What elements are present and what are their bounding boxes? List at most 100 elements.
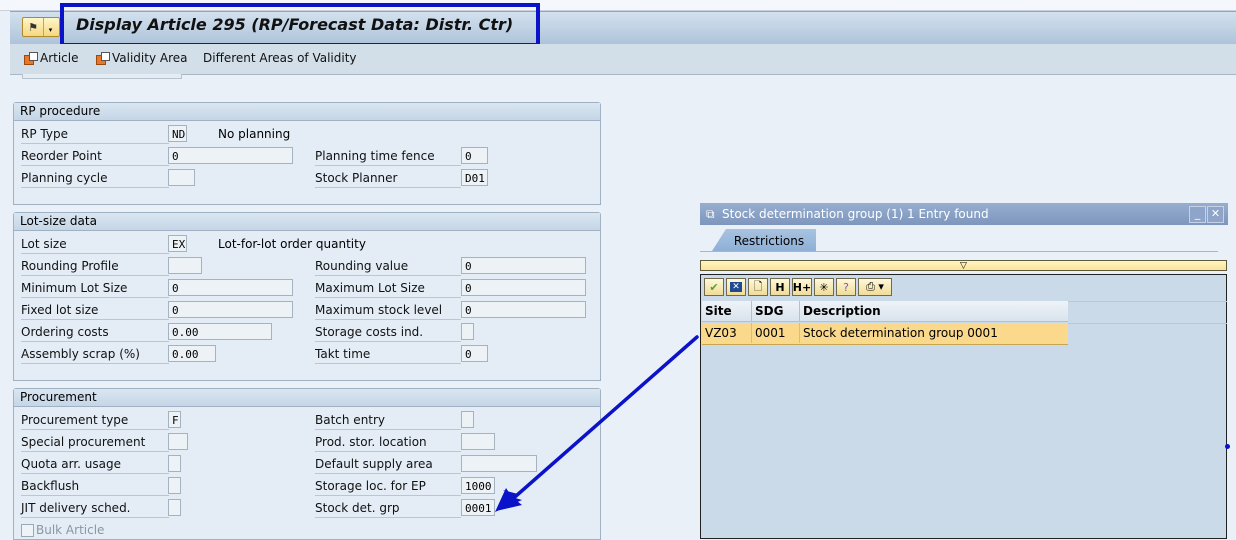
min-lot-size-field[interactable]: 0 xyxy=(168,279,293,296)
max-stock-level-label: Maximum stock level xyxy=(315,301,461,320)
rp-type-field[interactable]: ND xyxy=(168,125,187,142)
quota-arr-usage-label: Quota arr. usage xyxy=(21,455,169,474)
bulk-article-checkbox[interactable]: Bulk Article xyxy=(21,523,104,537)
group-title: Procurement xyxy=(14,389,600,407)
lot-size-label: Lot size xyxy=(21,235,169,254)
popup-window-icon: ⧉ xyxy=(706,207,715,221)
select-icon[interactable]: ✳ xyxy=(814,278,834,296)
prod-stor-location-label: Prod. stor. location xyxy=(315,433,461,452)
close-button[interactable]: ✕ xyxy=(1207,206,1224,223)
application-toolbar: Article Validity Area Different Areas of… xyxy=(10,44,1236,75)
help-icon[interactable]: ? xyxy=(836,278,856,296)
article-icon xyxy=(24,52,38,65)
rounding-profile-field[interactable] xyxy=(168,257,202,274)
jit-delivery-field[interactable] xyxy=(168,499,181,516)
rp-procedure-group: RP procedure RP Type ND No planning Reor… xyxy=(13,102,601,205)
backflush-field[interactable] xyxy=(168,477,181,494)
article-label: Article xyxy=(40,51,79,65)
table-row[interactable]: VZ03 0001 Stock determination group 0001 xyxy=(702,323,1068,345)
backflush-label: Backflush xyxy=(21,477,169,496)
fixed-lot-size-label: Fixed lot size xyxy=(21,301,169,320)
max-stock-level-field[interactable]: 0 xyxy=(461,301,586,318)
cell-description: Stock determination group 0001 xyxy=(803,326,998,340)
special-procurement-label: Special procurement xyxy=(21,433,169,452)
storage-loc-ep-field[interactable]: 1000 xyxy=(461,477,495,494)
column-description[interactable]: Description xyxy=(800,301,1068,321)
batch-entry-label: Batch entry xyxy=(315,411,461,430)
previous-section-edge xyxy=(22,74,182,79)
cell-sdg: 0001 xyxy=(752,323,800,343)
article-button[interactable]: Article xyxy=(24,51,79,65)
stock-det-grp-label: Stock det. grp xyxy=(315,499,461,518)
stock-det-grp-field[interactable]: 0001 xyxy=(461,499,495,516)
storage-costs-ind-field[interactable] xyxy=(461,323,474,340)
procurement-type-field[interactable]: F xyxy=(168,411,181,428)
window-title: Display Article 295 (RP/Forecast Data: D… xyxy=(76,15,514,34)
check-icon[interactable]: ✔ xyxy=(704,278,724,296)
assembly-scrap-field[interactable]: 0.00 xyxy=(168,345,216,362)
command-field-icon: ⚑ xyxy=(28,20,38,34)
fixed-lot-size-field[interactable]: 0 xyxy=(168,301,293,318)
planning-cycle-field[interactable] xyxy=(168,169,195,186)
popup-title: Stock determination group (1) xyxy=(722,207,904,221)
grid-separator xyxy=(1067,323,1227,324)
group-title: RP procedure xyxy=(14,103,600,121)
stock-planner-label: Stock Planner xyxy=(315,169,461,188)
find-icon[interactable]: H xyxy=(770,278,790,296)
dropdown-arrow-icon: ▾ xyxy=(43,18,57,36)
ordering-costs-field[interactable]: 0.00 xyxy=(168,323,272,340)
batch-entry-field[interactable] xyxy=(461,411,474,428)
quota-arr-usage-field[interactable] xyxy=(168,455,181,472)
ordering-costs-label: Ordering costs xyxy=(21,323,169,342)
popup-toolbar: ✔ ✕ 🗋 H H+ ✳ ? ⎙ ▾ xyxy=(704,278,892,296)
storage-costs-ind-label: Storage costs ind. xyxy=(315,323,461,342)
command-field-button[interactable]: ⚑ ▾ xyxy=(22,17,60,37)
default-supply-area-label: Default supply area xyxy=(315,455,461,474)
prod-stor-location-field[interactable] xyxy=(461,433,495,450)
new-document-icon[interactable]: 🗋 xyxy=(748,278,768,296)
takt-time-field[interactable]: 0 xyxy=(461,345,488,362)
find-next-icon[interactable]: H+ xyxy=(792,278,812,296)
different-areas-button[interactable]: Different Areas of Validity xyxy=(203,51,357,65)
lot-size-data-group: Lot-size data Lot size EX Lot-for-lot or… xyxy=(13,212,601,381)
print-icon[interactable]: ⎙ ▾ xyxy=(858,278,892,296)
special-procurement-field[interactable] xyxy=(168,433,188,450)
annotation-dot xyxy=(1225,444,1230,449)
different-areas-label: Different Areas of Validity xyxy=(203,51,357,65)
rounding-profile-label: Rounding Profile xyxy=(21,257,169,276)
planning-time-fence-field[interactable]: 0 xyxy=(461,147,488,164)
checkbox-box xyxy=(21,523,34,537)
result-list-area: ✔ ✕ 🗋 H H+ ✳ ? ⎙ ▾ Site SDG Description … xyxy=(700,274,1227,539)
default-supply-area-field[interactable] xyxy=(461,455,537,472)
rp-type-label: RP Type xyxy=(21,125,169,144)
collapse-restrictions-bar[interactable]: ▽ xyxy=(700,260,1227,271)
lot-size-description: Lot-for-lot order quantity xyxy=(218,237,366,251)
validity-area-icon xyxy=(96,52,110,65)
entries-found: 1 Entry found xyxy=(907,207,989,221)
rounding-value-label: Rounding value xyxy=(315,257,461,276)
cancel-icon[interactable]: ✕ xyxy=(726,278,746,296)
planning-cycle-label: Planning cycle xyxy=(21,169,169,188)
stock-planner-field[interactable]: D01 xyxy=(461,169,488,186)
column-site[interactable]: Site xyxy=(702,301,752,321)
lot-size-field[interactable]: EX xyxy=(168,235,187,252)
assembly-scrap-label: Assembly scrap (%) xyxy=(21,345,169,364)
reorder-point-field[interactable]: 0 xyxy=(168,147,293,164)
rp-type-description: No planning xyxy=(218,127,291,141)
max-lot-size-field[interactable]: 0 xyxy=(461,279,586,296)
bulk-article-label: Bulk Article xyxy=(36,523,105,537)
storage-loc-ep-label: Storage loc. for EP xyxy=(315,477,461,496)
grid-separator xyxy=(1067,301,1227,302)
minimize-button[interactable]: _ xyxy=(1189,206,1206,223)
result-grid-header: Site SDG Description xyxy=(702,301,1068,322)
jit-delivery-label: JIT delivery sched. xyxy=(21,499,169,518)
validity-area-button[interactable]: Validity Area xyxy=(96,51,188,65)
tab-restrictions[interactable]: Restrictions xyxy=(712,229,816,251)
max-lot-size-label: Maximum Lot Size xyxy=(315,279,461,298)
group-title: Lot-size data xyxy=(14,213,600,231)
rounding-value-field[interactable]: 0 xyxy=(461,257,586,274)
column-sdg[interactable]: SDG xyxy=(752,301,800,321)
stock-determination-popup: ⧉ Stock determination group (1) 1 Entry … xyxy=(700,203,1228,539)
procurement-group: Procurement Procurement type F Batch ent… xyxy=(13,388,601,540)
takt-time-label: Takt time xyxy=(315,345,461,364)
